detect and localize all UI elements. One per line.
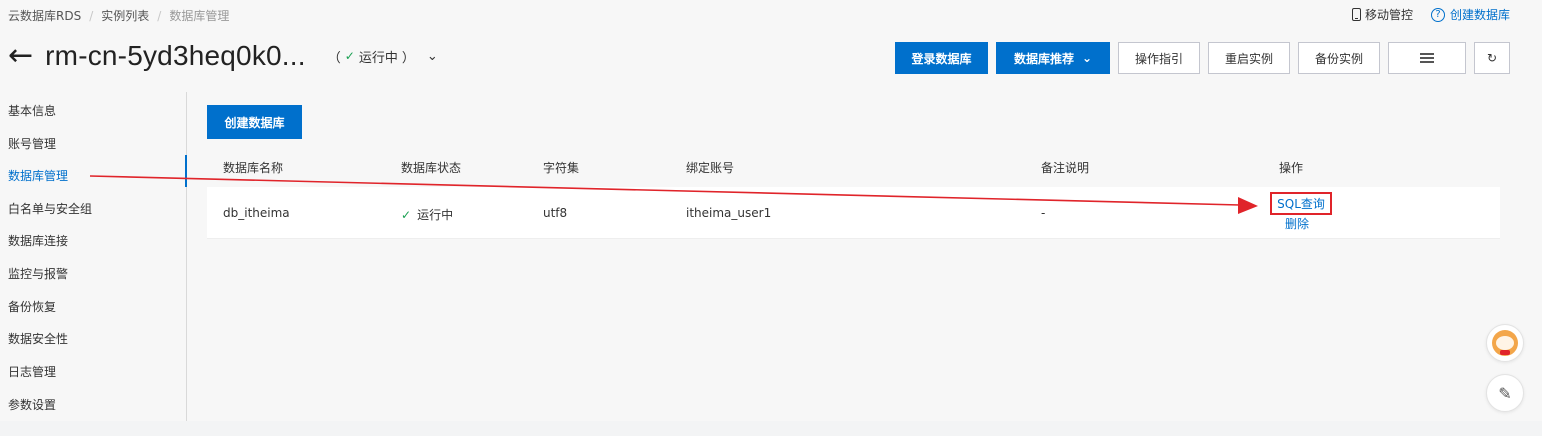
more-menu-button[interactable] — [1388, 42, 1466, 74]
table-row: db_itheima ✓ 运行中 utf8 itheima_user1 - SQL… — [207, 187, 1500, 239]
operation-guide-button[interactable]: 操作指引 — [1118, 42, 1200, 74]
refresh-icon: ↻ — [1486, 51, 1498, 65]
sidebar-item-accounts[interactable]: 账号管理 — [8, 135, 56, 152]
database-recommend-button[interactable]: 数据库推荐 ⌄ — [996, 42, 1110, 74]
sidebar-active-indicator — [185, 155, 187, 187]
breadcrumb-separator: / — [89, 8, 94, 23]
create-db-help-link[interactable]: ? 创建数据库 — [1430, 6, 1510, 23]
header-actions: 登录数据库 数据库推荐 ⌄ 操作指引 重启实例 备份实例 ↻ — [895, 42, 1510, 74]
restart-instance-label: 重启实例 — [1224, 51, 1273, 66]
feedback-button[interactable]: ✎ — [1486, 374, 1524, 412]
bottom-edge — [0, 421, 1542, 436]
status-bracket-open: （ — [327, 50, 341, 66]
sidebar-item-security[interactable]: 数据安全性 — [8, 330, 68, 347]
list-icon — [1420, 53, 1434, 63]
status-text: 运行中 — [358, 50, 398, 66]
chevron-down-icon: ⌄ — [426, 48, 438, 64]
column-header-account: 绑定账号 — [686, 161, 735, 175]
delete-link[interactable]: 删除 — [1285, 215, 1309, 232]
column-header-charset: 字符集 — [543, 161, 580, 175]
breadcrumb-separator: / — [157, 8, 162, 23]
sidebar-item-backup[interactable]: 备份恢复 — [8, 298, 56, 315]
create-db-help-label: 创建数据库 — [1449, 8, 1510, 22]
breadcrumb-rds[interactable]: 云数据库RDS — [8, 7, 81, 24]
breadcrumb: 云数据库RDS / 实例列表 / 数据库管理 — [8, 7, 229, 24]
sidebar-item-monitoring[interactable]: 监控与报警 — [8, 265, 68, 282]
chevron-down-icon: ⌄ — [1081, 51, 1093, 65]
account-cell[interactable]: itheima_user1 — [686, 206, 771, 220]
sidebar-item-parameters[interactable]: 参数设置 — [8, 396, 56, 413]
mobile-icon — [1351, 8, 1361, 21]
database-recommend-label: 数据库推荐 — [1013, 51, 1074, 66]
help-icon: ? — [1430, 7, 1445, 22]
create-database-label: 创建数据库 — [224, 115, 285, 130]
check-icon: ✓ — [344, 49, 355, 63]
sidebar-item-connection[interactable]: 数据库连接 — [8, 232, 68, 249]
login-database-label: 登录数据库 — [911, 51, 972, 66]
db-status-text: 运行中 — [417, 208, 454, 222]
status-bracket-close: ） — [401, 50, 415, 66]
sidebar-item-basic-info[interactable]: 基本信息 — [8, 102, 56, 119]
create-database-button[interactable]: 创建数据库 — [207, 105, 302, 139]
instance-status[interactable]: （ ✓ 运行中 ） ⌄ — [328, 47, 438, 66]
sql-query-label: SQL查询 — [1277, 197, 1325, 211]
charset-cell: utf8 — [543, 206, 568, 220]
sidebar-item-database-management[interactable]: 数据库管理 — [8, 167, 68, 184]
column-header-name: 数据库名称 — [223, 161, 284, 175]
sidebar-item-logs[interactable]: 日志管理 — [8, 363, 56, 380]
page-header: ← rm-cn-5yd3heq0k0... （ ✓ 运行中 ） ⌄ — [8, 40, 438, 72]
login-database-button[interactable]: 登录数据库 — [895, 42, 988, 74]
backup-instance-label: 备份实例 — [1314, 51, 1363, 66]
assistant-button[interactable] — [1486, 324, 1524, 362]
backup-instance-button[interactable]: 备份实例 — [1298, 42, 1380, 74]
restart-instance-button[interactable]: 重启实例 — [1208, 42, 1290, 74]
sql-query-link[interactable]: SQL查询 — [1270, 192, 1332, 215]
remark-cell: - — [1041, 206, 1046, 220]
refresh-button[interactable]: ↻ — [1474, 42, 1510, 74]
breadcrumb-instance-list[interactable]: 实例列表 — [101, 7, 149, 24]
db-status-cell: ✓ 运行中 — [401, 206, 453, 223]
back-arrow-icon[interactable]: ← — [8, 41, 33, 71]
assistant-avatar-icon — [1492, 330, 1518, 356]
table-header: 数据库名称 数据库状态 字符集 绑定账号 备注说明 操作 — [207, 159, 1500, 179]
page-title: rm-cn-5yd3heq0k0... — [45, 40, 306, 71]
operation-guide-label: 操作指引 — [1134, 51, 1183, 66]
check-icon: ✓ — [401, 208, 412, 222]
db-name-cell: db_itheima — [223, 206, 290, 220]
mobile-control-link[interactable]: 移动管控 — [1351, 6, 1413, 23]
column-header-remark: 备注说明 — [1041, 161, 1090, 175]
breadcrumb-current: 数据库管理 — [169, 9, 230, 23]
top-right-links: 移动管控 ? 创建数据库 — [1351, 6, 1510, 23]
sidebar-item-whitelist[interactable]: 白名单与安全组 — [8, 200, 92, 217]
column-header-actions: 操作 — [1279, 161, 1304, 175]
column-header-status: 数据库状态 — [401, 161, 462, 175]
mobile-control-label: 移动管控 — [1364, 8, 1413, 22]
edit-icon: ✎ — [1498, 383, 1512, 403]
